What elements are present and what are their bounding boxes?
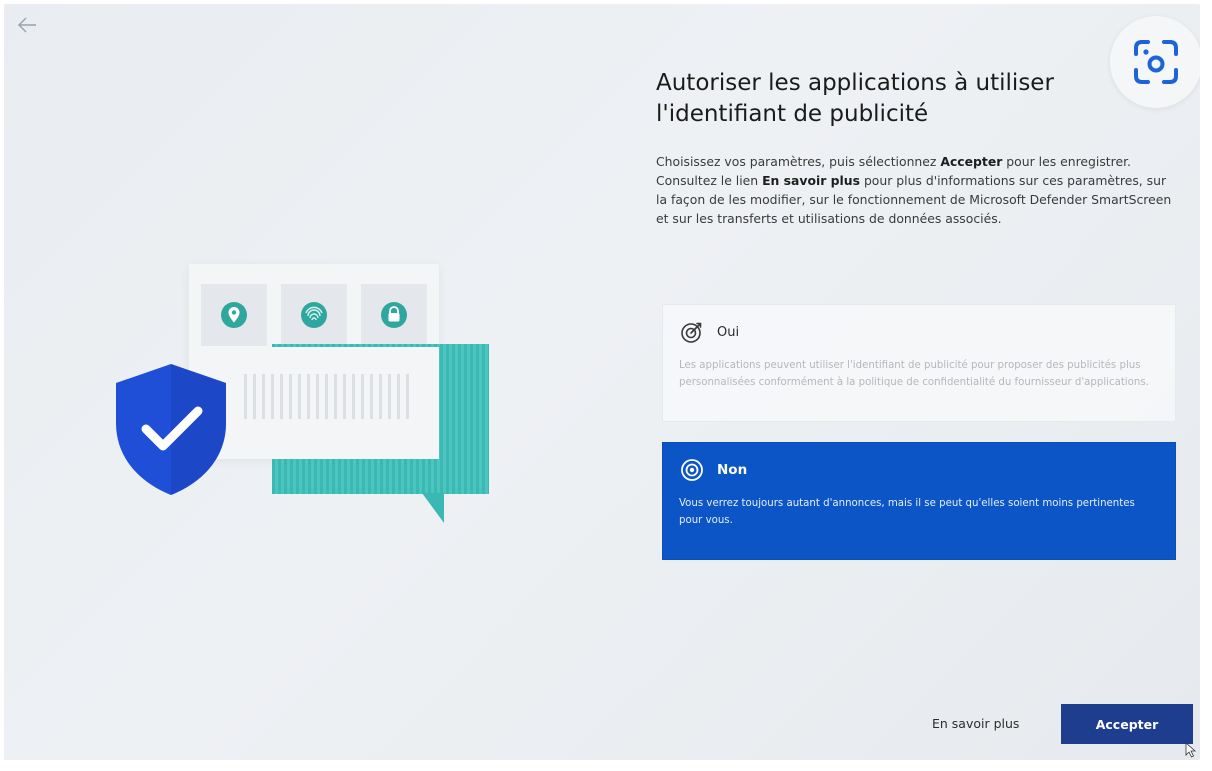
target-icon (681, 322, 702, 343)
mouse-cursor-icon (1185, 742, 1197, 758)
option-no-header: Non (679, 457, 1159, 483)
privacy-illustration (104, 259, 504, 539)
option-no[interactable]: Non Vous verrez toujours autant d'annonc… (662, 442, 1176, 560)
radio-selected-icon (681, 459, 703, 481)
option-no-description: Vous verrez toujours autant d'annonces, … (679, 498, 1135, 526)
illustration-tile-fingerprint (281, 284, 347, 346)
illustration-tile-lock (361, 284, 427, 346)
back-button[interactable] (14, 14, 40, 36)
illustration-tile-location (201, 284, 267, 346)
accept-button[interactable]: Accepter (1061, 704, 1193, 744)
option-yes-description: Les applications peuvent utiliser l'iden… (679, 360, 1149, 388)
chat-bubble-tail (422, 493, 444, 523)
lock-icon (381, 302, 407, 328)
description-text-1: Choisissez vos paramètres, puis sélectio… (656, 154, 941, 169)
page-description: Choisissez vos paramètres, puis sélectio… (656, 152, 1176, 228)
page-title: Autoriser les applications à utiliser l'… (656, 70, 1054, 127)
fingerprint-icon (301, 302, 327, 328)
option-yes[interactable]: Oui Les applications peuvent utiliser l'… (662, 304, 1176, 422)
learn-more-link[interactable]: En savoir plus (932, 716, 1019, 731)
description-learn-word: En savoir plus (762, 173, 860, 188)
option-yes-label: Oui (717, 324, 740, 340)
option-yes-header: Oui (679, 319, 1159, 345)
oobe-screen: Autoriser les applications à utiliser l'… (4, 4, 1200, 760)
shield-check-icon (116, 364, 226, 495)
option-no-label: Non (717, 462, 748, 478)
description-accept-word: Accepter (940, 154, 1003, 169)
visual-search-icon (1134, 40, 1178, 84)
location-pin-icon (221, 302, 247, 328)
arrow-left-icon (18, 17, 36, 33)
illustration-bars (244, 374, 414, 419)
